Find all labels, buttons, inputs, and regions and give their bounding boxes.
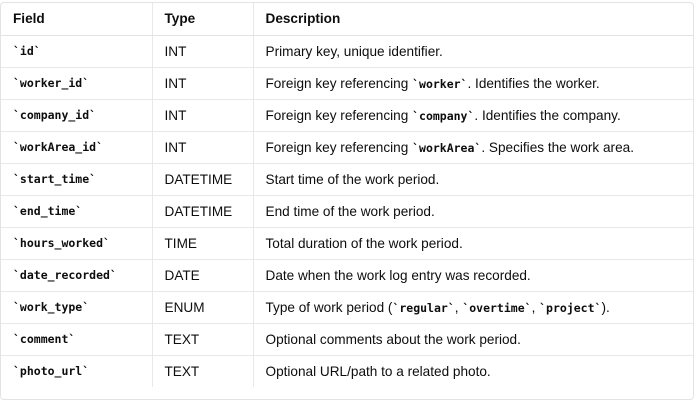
table-body: `id` INT Primary key, unique identifier. `w… xyxy=(1,35,693,387)
description-text: Foreign key referencing xyxy=(265,107,413,123)
inline-code: `overtime` xyxy=(462,300,532,315)
table-row: `work_type` ENUM Type of work period (`reg… xyxy=(1,291,693,324)
type-cell: TEXT xyxy=(151,355,253,387)
inline-code: `workArea` xyxy=(412,140,482,155)
description-cell: Date when the work log entry was recorde… xyxy=(252,259,693,292)
table-row: `id` INT Primary key, unique identifier. xyxy=(1,35,693,68)
table-row: `start_time` DATETIME Start time of the wo… xyxy=(1,163,693,196)
field-cell: `work_type` xyxy=(1,291,152,324)
field-cell: `start_time` xyxy=(1,163,152,196)
description-text: . Identifies the company. xyxy=(474,107,621,123)
header-type: Type xyxy=(151,3,253,36)
description-cell: End time of the work period. xyxy=(252,195,693,228)
table-row: `company_id` INT Foreign key referencing `… xyxy=(1,99,693,132)
field-cell: `company_id` xyxy=(1,99,152,132)
inline-code: `company` xyxy=(412,108,475,123)
type-cell: INT xyxy=(151,99,253,132)
field-cell: `photo_url` xyxy=(13,364,90,379)
field-cell: `comment` xyxy=(1,323,152,356)
description-text: , xyxy=(531,299,540,315)
description-cell: Foreign key referencing `workArea`. Spec… xyxy=(252,131,693,164)
table-row: `end_time` DATETIME End time of the work p… xyxy=(1,195,693,228)
field-cell: `workArea_id` xyxy=(1,131,152,164)
field-cell: `hours_worked` xyxy=(1,227,152,260)
description-cell: Foreign key referencing `company`. Ident… xyxy=(252,99,693,132)
schema-table: Field Type Description `id` INT Primary ke… xyxy=(1,3,693,387)
description-cell: Primary key, unique identifier. xyxy=(252,35,693,68)
description-cell: Optional comments about the work period. xyxy=(252,323,693,356)
inline-code: `project` xyxy=(539,300,602,315)
table-row: `workArea_id` INT Foreign key referencing … xyxy=(1,131,693,164)
type-cell: INT xyxy=(151,67,253,100)
table-row: `hours_worked` TIME Total duration of the … xyxy=(1,227,693,260)
field-cell: `end_time` xyxy=(1,195,152,228)
type-cell: INT xyxy=(151,35,253,68)
inline-code: `regular` xyxy=(392,300,455,315)
description-cell: Foreign key referencing `worker`. Identi… xyxy=(252,67,693,100)
description-text: Primary key, unique identifier. xyxy=(265,43,443,59)
header-row: Field Type Description xyxy=(1,3,693,36)
header-field: Field xyxy=(1,3,152,36)
field-cell: `id` xyxy=(1,35,152,68)
description-cell: Total duration of the work period. xyxy=(252,227,693,260)
type-cell: TIME xyxy=(151,227,253,260)
description-text: Optional comments about the work period. xyxy=(265,331,521,347)
header-description: Description xyxy=(252,3,693,36)
type-cell: ENUM xyxy=(151,291,253,324)
schema-table-container: Field Type Description `id` INT Primary ke… xyxy=(0,2,694,400)
description-text: Date when the work log entry was recorde… xyxy=(265,267,531,283)
field-cell: `date_recorded` xyxy=(1,259,152,292)
description-text: ). xyxy=(601,299,610,315)
table-row: `comment` TEXT Optional comments about the… xyxy=(1,323,693,356)
description-cell: Start time of the work period. xyxy=(252,163,693,196)
table-row: `date_recorded` DATE Date when the work lo… xyxy=(1,259,693,292)
description-text: Foreign key referencing xyxy=(265,75,413,91)
description-text: Type of work period ( xyxy=(265,299,393,315)
description-text: Total duration of the work period. xyxy=(265,235,463,251)
table-row: `photo_url` TEXT Optional URL/path to a re… xyxy=(1,355,693,387)
field-cell: `worker_id` xyxy=(1,67,152,100)
description-text: . Specifies the work area. xyxy=(481,139,634,155)
description-text: Foreign key referencing xyxy=(265,139,413,155)
description-cell: Optional URL/path to a related photo. xyxy=(252,355,693,387)
type-cell: DATE xyxy=(151,259,253,292)
description-cell: Type of work period (`regular`, `overtim… xyxy=(252,291,693,324)
type-cell: DATETIME xyxy=(151,163,253,196)
description-text: End time of the work period. xyxy=(265,203,435,219)
type-cell: DATETIME xyxy=(151,195,253,228)
type-cell: INT xyxy=(151,131,253,164)
inline-code: `worker` xyxy=(412,76,468,91)
type-cell: TEXT xyxy=(151,323,253,356)
description-text: . Identifies the worker. xyxy=(467,75,600,91)
description-text: Start time of the work period. xyxy=(265,171,440,187)
table-row: `worker_id` INT Foreign key referencing `w… xyxy=(1,67,693,100)
description-text: Optional URL/path to a related photo. xyxy=(265,363,491,379)
